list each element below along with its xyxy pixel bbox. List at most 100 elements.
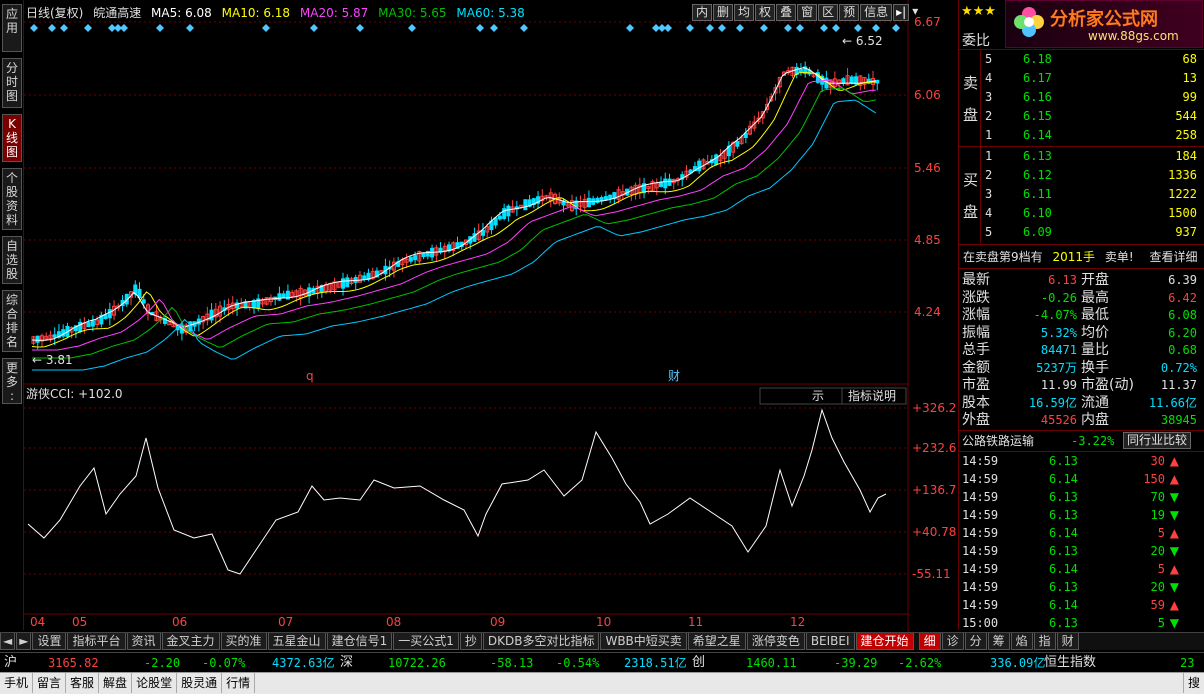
- shi-button[interactable]: [759, 387, 843, 405]
- signal-diamond: [120, 24, 128, 32]
- toolbar-button-0[interactable]: 内: [692, 4, 713, 21]
- buy-volume: 1336: [1168, 168, 1197, 182]
- dropdown-icon[interactable]: ▾: [910, 4, 920, 21]
- q-marker: q: [306, 369, 314, 383]
- toolbar-button-8[interactable]: 信息: [860, 4, 893, 21]
- indicator-tab[interactable]: 指标平台: [67, 633, 126, 650]
- buy-volume: 937: [1175, 225, 1197, 239]
- indicator-tab[interactable]: 买的准: [220, 633, 267, 650]
- price-axis-label: 4.24: [914, 305, 941, 319]
- industry-name[interactable]: 公路铁路运输: [962, 434, 1034, 448]
- candle-body: [663, 178, 668, 189]
- indicator-tab[interactable]: WBB中短买卖: [600, 633, 687, 650]
- sidebar-item-3[interactable]: 个 股 资 料: [2, 168, 22, 230]
- industry-compare-button[interactable]: 同行业比较: [1123, 432, 1192, 449]
- menu-item[interactable]: 股灵通: [177, 673, 223, 693]
- panel-tab[interactable]: 分: [964, 633, 987, 650]
- sell-row[interactable]: 2 6.15 544: [959, 107, 1204, 125]
- panel-tab[interactable]: 焰: [1010, 633, 1033, 650]
- ma5-label: MA5: 6.08: [151, 6, 212, 20]
- indicator-tab[interactable]: 建仓信号1: [326, 633, 393, 650]
- panel-tab[interactable]: 指: [1033, 633, 1056, 650]
- tick-price: 6.13: [1049, 490, 1078, 504]
- tick-price: 6.14: [1049, 598, 1078, 612]
- sell-row[interactable]: 4 6.17 13: [959, 69, 1204, 87]
- menu-item[interactable]: 留言: [33, 673, 67, 693]
- signal-diamond: [490, 24, 498, 32]
- collapse-arrow-icon[interactable]: ▸|: [893, 4, 910, 21]
- sell-row[interactable]: 1 6.14 258: [959, 126, 1204, 144]
- tab-scroll-right-icon[interactable]: ►: [16, 633, 32, 650]
- panel-tab[interactable]: 细: [918, 633, 941, 650]
- panel-tab[interactable]: 诊: [941, 633, 964, 650]
- menu-item[interactable]: 解盘: [99, 673, 133, 693]
- buy-row[interactable]: 3 6.11 1222: [959, 185, 1204, 203]
- buy-row[interactable]: 4 6.10 1500: [959, 204, 1204, 222]
- cci-axis-label: +40.78: [912, 525, 956, 539]
- indicator-tab[interactable]: 建仓开始: [855, 633, 914, 650]
- panel-tab[interactable]: 财: [1056, 633, 1079, 650]
- tick-time: 15:00: [962, 616, 999, 630]
- sell-row[interactable]: 3 6.16 99: [959, 88, 1204, 106]
- indicator-tab[interactable]: 涨停变色: [746, 633, 805, 650]
- indicator-tab[interactable]: BEIBEI: [805, 633, 855, 650]
- signal-diamond: [706, 24, 714, 32]
- toolbar-button-6[interactable]: 区: [818, 4, 839, 21]
- panel-tab[interactable]: 筹: [987, 633, 1010, 650]
- buy-volume: 184: [1175, 149, 1197, 163]
- sidebar-item-0[interactable]: 应 用: [2, 4, 22, 52]
- toolbar-button-3[interactable]: 权: [755, 4, 776, 21]
- sidebar-item-4[interactable]: 自 选 股: [2, 236, 22, 284]
- sidebar-item-1[interactable]: 分 时 图: [2, 58, 22, 108]
- quote-key: 振幅: [962, 324, 990, 341]
- candle-body: [714, 154, 719, 165]
- quote-key: 量比: [1081, 342, 1109, 358]
- sz-change: -58.13: [490, 656, 534, 670]
- tick-price: 6.13: [1049, 508, 1078, 522]
- tick-time: 14:59: [962, 598, 999, 612]
- logo-url[interactable]: www.88gs.com: [1088, 29, 1179, 43]
- tab-scroll-left-icon[interactable]: ◄: [0, 633, 16, 650]
- toolbar-button-7[interactable]: 预: [839, 4, 860, 21]
- tick-price: 6.13: [1049, 544, 1078, 558]
- order-book-title: 委比: [962, 33, 990, 49]
- toolbar-button-5[interactable]: 窗: [797, 4, 818, 21]
- quote-key: 涨幅: [962, 307, 990, 323]
- indicator-tab[interactable]: 五星金山: [267, 633, 326, 650]
- buy-row[interactable]: 5 6.09 937: [959, 223, 1204, 241]
- indicator-tab[interactable]: 设置: [32, 633, 67, 650]
- sidebar-item-2[interactable]: K 线 图: [2, 114, 22, 162]
- buy-row[interactable]: 1 6.13 184: [959, 147, 1204, 165]
- signal-diamond: [820, 24, 828, 32]
- sidebar-item-5[interactable]: 综 合 排 名: [2, 290, 22, 352]
- indicator-tab[interactable]: 资讯: [126, 633, 161, 650]
- sidebar-item-6[interactable]: 更 多 :: [2, 358, 22, 404]
- menu-item[interactable]: 论股堂: [132, 673, 178, 693]
- toolbar-button-4[interactable]: 叠: [776, 4, 797, 21]
- menu-item[interactable]: 行情: [222, 673, 256, 693]
- indicator-tab[interactable]: 抄: [459, 633, 482, 650]
- search-button[interactable]: 搜: [1182, 673, 1204, 693]
- sell-row[interactable]: 5 6.18 68: [959, 50, 1204, 68]
- view-detail-link[interactable]: 查看详细: [1149, 250, 1197, 264]
- indicator-tab[interactable]: 金叉主力: [161, 633, 220, 650]
- toolbar-button-2[interactable]: 均: [734, 4, 755, 21]
- buy-row[interactable]: 2 6.12 1336: [959, 166, 1204, 184]
- tick-row: 14:59 6.14 150 ▲: [959, 470, 1204, 488]
- tick-time: 14:59: [962, 508, 999, 522]
- logo-banner[interactable]: 分析家公式网 www.88gs.com: [1005, 0, 1203, 48]
- quote-key: 内盘: [1081, 412, 1109, 428]
- chart-area[interactable]: 6.676.065.464.854.24← 6.52← 3.81q 财游侠CCI:…: [24, 0, 958, 632]
- index-ticker-bar[interactable]: 沪 3165.82 -2.20 -0.07% 4372.63亿 深 10722.…: [0, 652, 1204, 672]
- indicator-tab[interactable]: 希望之星: [687, 633, 746, 650]
- cci-label: 游侠CCI: +102.0: [26, 387, 123, 401]
- menu-item[interactable]: 手机: [0, 673, 34, 693]
- price-axis-label: 6.06: [914, 88, 941, 102]
- toolbar-button-1[interactable]: 删: [713, 4, 734, 21]
- buy-level: 2: [985, 168, 993, 182]
- indicator-tab[interactable]: 一买公式1: [393, 633, 459, 650]
- signal-diamond: [832, 24, 840, 32]
- period-label[interactable]: 日线(复权): [26, 6, 83, 20]
- indicator-tab[interactable]: DKDB多空对比指标: [482, 633, 600, 650]
- menu-item[interactable]: 客服: [66, 673, 100, 693]
